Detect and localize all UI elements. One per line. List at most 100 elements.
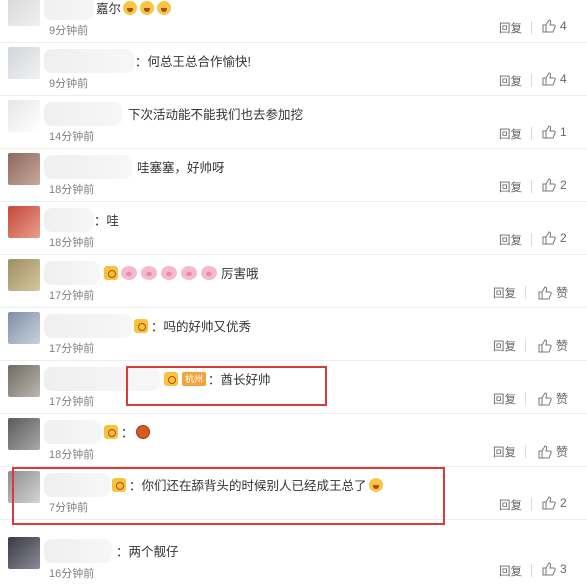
face-emoji-icon — [140, 0, 155, 15]
thumbs-up-icon — [538, 391, 552, 405]
like-button[interactable]: 3 — [542, 562, 567, 576]
comment-row: ：何总王总合作愉快! 9分钟前 回复 4 — [0, 43, 587, 96]
comment-row: ：两个靓仔 16分钟前 回复 3 — [0, 533, 587, 586]
like-button[interactable]: 赞 — [538, 390, 568, 407]
divider — [531, 498, 532, 511]
comment-content: ：两个靓仔 — [116, 541, 179, 560]
reply-button[interactable]: 回复 — [493, 391, 516, 407]
like-count: 2 — [560, 496, 567, 510]
like-button[interactable]: 赞 — [538, 284, 568, 301]
reply-button[interactable]: 回复 — [499, 126, 522, 142]
avatar[interactable] — [8, 537, 40, 569]
thumbs-up-icon — [542, 72, 556, 86]
avatar[interactable] — [8, 153, 40, 185]
comment-row: ：吗的好帅又优秀 17分钟前 回复 赞 — [0, 308, 587, 361]
reply-button[interactable]: 回复 — [493, 338, 516, 354]
comment-time: 16分钟前 — [49, 568, 95, 580]
divider — [531, 233, 532, 246]
comment-row: ： 18分钟前 回复 赞 — [0, 414, 587, 467]
pig-emoji-icon — [121, 265, 137, 280]
comment-text: ：哇 — [94, 214, 120, 228]
comment-content: ： — [104, 422, 150, 441]
reply-button[interactable]: 回复 — [493, 285, 516, 301]
like-button[interactable]: 赞 — [538, 337, 568, 354]
reply-button[interactable]: 回复 — [499, 73, 522, 89]
comment-content: 厉害哦 — [104, 263, 259, 282]
avatar[interactable] — [8, 259, 40, 291]
divider — [531, 564, 532, 577]
comment-time: 17分钟前 — [49, 396, 95, 408]
like-button[interactable]: 2 — [542, 496, 567, 510]
like-count: 赞 — [556, 339, 569, 353]
like-count: 4 — [560, 19, 567, 33]
username-blurred[interactable] — [44, 208, 94, 232]
member-badge-icon — [104, 424, 118, 439]
divider — [525, 286, 526, 299]
username-blurred[interactable] — [44, 49, 134, 73]
comment-row: 厉害哦 17分钟前 回复 赞 — [0, 255, 587, 308]
comment-time: 18分钟前 — [49, 237, 95, 249]
avatar[interactable] — [8, 312, 40, 344]
thumbs-up-icon — [542, 19, 556, 33]
username-blurred[interactable] — [44, 155, 132, 179]
like-count: 1 — [560, 125, 567, 139]
thumbs-up-icon — [538, 444, 552, 458]
like-button[interactable]: 2 — [542, 231, 567, 245]
username-blurred[interactable] — [44, 261, 100, 285]
thumbs-up-icon — [542, 178, 556, 192]
divider — [525, 392, 526, 405]
comment-row: ：哇 18分钟前 回复 2 — [0, 202, 587, 255]
comment-content: 哇塞塞，好帅呀 — [137, 157, 225, 176]
round-emoji-icon — [135, 424, 150, 439]
divider — [531, 74, 532, 87]
comment-time: 18分钟前 — [49, 449, 95, 461]
pig-emoji-icon — [181, 265, 197, 280]
like-button[interactable]: 赞 — [538, 443, 568, 460]
reply-button[interactable]: 回复 — [493, 444, 516, 460]
avatar[interactable] — [8, 365, 40, 397]
like-count: 2 — [560, 231, 567, 245]
like-count: 赞 — [556, 392, 569, 406]
highlight-box — [12, 467, 445, 525]
divider — [531, 21, 532, 34]
reply-button[interactable]: 回复 — [499, 179, 522, 195]
comment-time: 17分钟前 — [49, 343, 95, 355]
reply-button[interactable]: 回复 — [499, 563, 522, 579]
pig-emoji-icon — [141, 265, 157, 280]
divider — [525, 445, 526, 458]
highlight-box — [126, 366, 327, 406]
comment-text: 哇塞塞，好帅呀 — [137, 161, 225, 175]
comment-time: 9分钟前 — [49, 78, 89, 90]
like-count: 3 — [560, 562, 567, 576]
reply-button[interactable]: 回复 — [499, 497, 522, 513]
comment-text: 嘉尔 — [96, 2, 122, 16]
avatar[interactable] — [8, 418, 40, 450]
username-blurred[interactable] — [44, 102, 122, 126]
divider — [531, 180, 532, 193]
avatar[interactable] — [8, 206, 40, 238]
pig-emoji-icon — [201, 265, 217, 280]
comment-time: 9分钟前 — [49, 25, 89, 37]
avatar[interactable] — [8, 100, 40, 132]
reply-button[interactable]: 回复 — [499, 232, 522, 248]
like-button[interactable]: 2 — [542, 178, 567, 192]
like-count: 2 — [560, 178, 567, 192]
thumbs-up-icon — [542, 562, 556, 576]
like-button[interactable]: 4 — [542, 19, 567, 33]
like-count: 赞 — [556, 445, 569, 459]
thumbs-up-icon — [538, 338, 552, 352]
like-button[interactable]: 4 — [542, 72, 567, 86]
comment-time: 18分钟前 — [49, 184, 95, 196]
comment-content: 嘉尔 — [96, 0, 172, 17]
comment-text: ： — [121, 426, 134, 440]
member-badge-icon — [104, 265, 118, 280]
avatar[interactable] — [8, 0, 40, 26]
username-blurred[interactable] — [44, 314, 132, 338]
pig-emoji-icon — [161, 265, 177, 280]
username-blurred[interactable] — [44, 0, 94, 20]
username-blurred[interactable] — [44, 539, 112, 563]
like-button[interactable]: 1 — [542, 125, 567, 139]
username-blurred[interactable] — [44, 420, 102, 444]
reply-button[interactable]: 回复 — [499, 20, 522, 36]
avatar[interactable] — [8, 47, 40, 79]
